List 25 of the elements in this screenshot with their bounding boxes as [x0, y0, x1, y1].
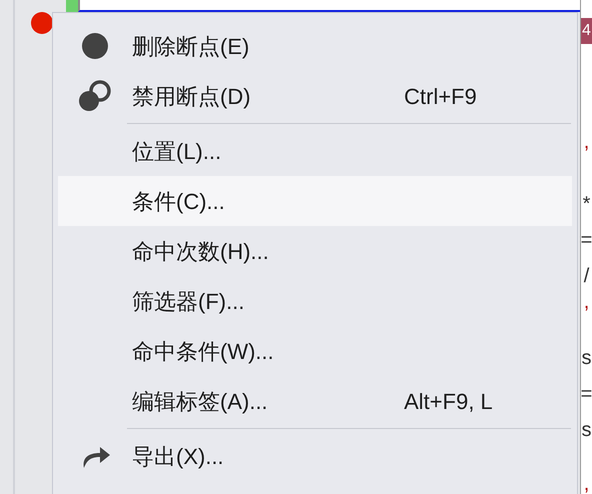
shortcut-text: Alt+F9, L [404, 388, 493, 416]
code-fragment: s [582, 346, 592, 370]
menu-item[interactable]: 位置(L)... [58, 126, 572, 176]
code-fragment: = [580, 382, 592, 406]
menu-item[interactable]: 编辑标签(A)... Alt+F9, L [58, 376, 572, 426]
menu-item[interactable]: 禁用断点(D) Ctrl+F9 [58, 71, 572, 121]
code-fragment: = [580, 228, 592, 252]
disable-breakpoint-icon [78, 79, 112, 113]
code-fragment: , [584, 290, 590, 314]
breakpoint-icon [81, 32, 109, 60]
menu-item[interactable]: 条件(C)... [58, 176, 572, 226]
code-fragment: / [584, 264, 590, 288]
menu-item[interactable]: 导出(X)... [58, 431, 572, 481]
breakpoint-marker[interactable] [31, 12, 53, 34]
menu-item[interactable]: 命中条件(W)... [58, 326, 572, 376]
line-badge: 4 [581, 18, 592, 44]
change-indicator [66, 0, 78, 12]
code-fragment: , [584, 472, 590, 494]
menu-item[interactable]: 命中次数(H)... [58, 226, 572, 276]
menu-item[interactable]: 删除断点(E) [58, 21, 572, 71]
menu-item[interactable]: 筛选器(F)... [58, 276, 572, 326]
code-fragment: * [582, 192, 590, 216]
shortcut-text: Ctrl+F9 [404, 82, 477, 110]
code-fragment: s [582, 418, 592, 442]
code-fragment: , [584, 130, 590, 154]
